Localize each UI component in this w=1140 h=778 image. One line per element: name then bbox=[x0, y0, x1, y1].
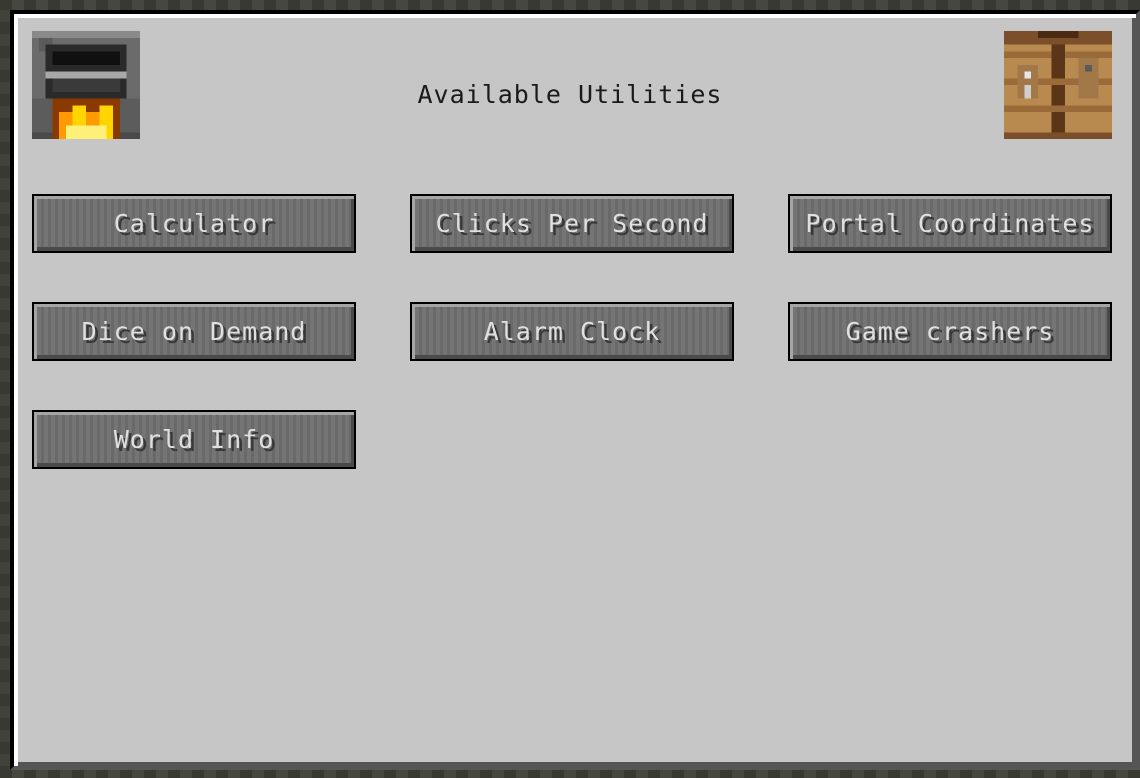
calculator-button[interactable]: Calculator bbox=[32, 194, 356, 253]
alarm-clock-button[interactable]: Alarm Clock bbox=[410, 302, 734, 361]
screen-title: Available Utilities bbox=[417, 80, 723, 109]
dice-on-demand-button[interactable]: Dice on Demand bbox=[32, 302, 356, 361]
game-crashers-button[interactable]: Game crashers bbox=[788, 302, 1112, 361]
clicks-per-second-button[interactable]: Clicks Per Second bbox=[410, 194, 734, 253]
portal-coordinates-button[interactable]: Portal Coordinates bbox=[788, 194, 1112, 253]
crafting-table-icon bbox=[1004, 31, 1112, 139]
world-info-button[interactable]: World Info bbox=[32, 410, 356, 469]
utilities-panel bbox=[10, 10, 1140, 770]
